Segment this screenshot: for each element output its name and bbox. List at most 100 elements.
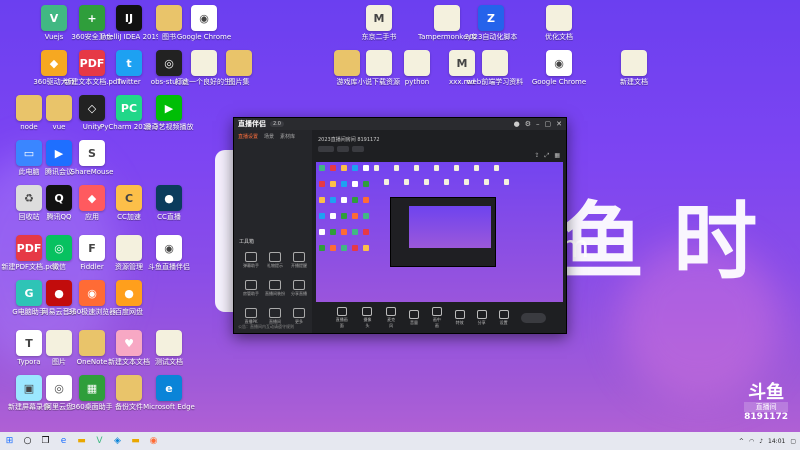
share-icon[interactable]: ⇪ bbox=[534, 152, 539, 160]
desktop-icon[interactable]: Z 2023自动化脚本 bbox=[462, 5, 520, 41]
left-panel: 直播设置 场景 素材库 工具箱 弹幕助手 礼物提示 开播提醒 房管助手 直播间装扮 分享直播直… bbox=[234, 130, 312, 333]
desktop-icon[interactable]: ▶ 爱奇艺视频播放 bbox=[140, 95, 198, 131]
preview-icon bbox=[434, 165, 439, 171]
file-explorer-icon[interactable]: ▬ bbox=[76, 436, 87, 447]
control-icon bbox=[408, 310, 419, 319]
preview-icon bbox=[352, 229, 358, 235]
toolbox-title: 工具箱 bbox=[239, 239, 255, 245]
control-button[interactable]: 设置 bbox=[498, 310, 509, 326]
desktop-icon-label: 斗鱼直播伴侣 bbox=[148, 263, 190, 271]
preview-icon bbox=[363, 229, 369, 235]
chevron-up-icon[interactable]: ^ bbox=[739, 438, 744, 445]
maximize-icon[interactable]: ▢ bbox=[545, 120, 552, 128]
left-tab[interactable]: 直播设置 bbox=[238, 133, 258, 140]
expand-icon[interactable]: ⤢ bbox=[545, 152, 550, 160]
streaming-app-window[interactable]: 直播伴侣 2.0 ● ⚙ – ▢ ✕ 直播设置 场景 素材库 工具箱 弹幕助手 礼物提… bbox=[233, 117, 567, 334]
control-button[interactable]: 直播画面 bbox=[334, 307, 350, 329]
desktop-icon-label: 图片集 bbox=[228, 78, 250, 86]
notification-icon[interactable]: ▢ bbox=[790, 438, 796, 445]
task-view-icon[interactable]: ❐ bbox=[40, 436, 51, 447]
preview-icon bbox=[319, 213, 325, 219]
preview-icon bbox=[330, 245, 336, 251]
settings-icon[interactable]: ⚙ bbox=[525, 120, 531, 128]
preview-icon bbox=[319, 165, 325, 171]
search-icon[interactable]: ○ bbox=[22, 436, 33, 447]
tool-button[interactable]: 直播PK bbox=[240, 308, 262, 325]
room-tag[interactable] bbox=[318, 146, 334, 152]
folder-taskbar-icon[interactable]: ▬ bbox=[130, 436, 141, 447]
tool-button[interactable]: 礼物提示 bbox=[264, 252, 286, 269]
tool-icon bbox=[269, 252, 281, 262]
left-tab[interactable]: 素材库 bbox=[280, 133, 295, 140]
left-tab[interactable]: 场景 bbox=[264, 133, 274, 140]
desktop-icon-label: 百度网盘 bbox=[115, 308, 143, 316]
start-live-button[interactable] bbox=[520, 313, 546, 323]
main-panel: 2023直播间房间 8191172 ⇪ ⤢ ▦ 直播画面 摄像头 麦克风 音量 画中画 特… bbox=[314, 130, 566, 333]
tool-button[interactable]: 更多 bbox=[288, 308, 310, 325]
desktop-icon[interactable]: e Microsoft Edge bbox=[140, 375, 198, 411]
preview-icon bbox=[319, 245, 325, 251]
desktop-icon[interactable]: ● 百度网盘 bbox=[100, 280, 158, 316]
vue-taskbar-icon[interactable]: V bbox=[94, 436, 105, 447]
preview-icon bbox=[352, 181, 358, 187]
control-button[interactable]: 特效 bbox=[454, 310, 465, 326]
preview-icon bbox=[454, 165, 459, 171]
close-icon[interactable]: ✕ bbox=[556, 120, 562, 128]
twitter-icon: t bbox=[116, 50, 142, 76]
version-badge: 2.0 bbox=[270, 121, 284, 127]
app-taskbar-icon[interactable]: ◉ bbox=[148, 436, 159, 447]
tool-icon bbox=[245, 280, 257, 290]
folder-icon bbox=[226, 50, 252, 76]
preview-icon bbox=[352, 165, 358, 171]
desktop-icon[interactable]: ◉ 斗鱼直播伴侣 bbox=[140, 235, 198, 271]
preview-icon bbox=[341, 165, 347, 171]
desktop-icon[interactable]: ● CC直播 bbox=[140, 185, 198, 221]
vscode-icon[interactable]: ◈ bbox=[112, 436, 123, 447]
preview-icon bbox=[363, 181, 369, 187]
desktop-icon[interactable]: S ShareMouse bbox=[63, 140, 121, 176]
window-titlebar[interactable]: 直播伴侣 2.0 ● ⚙ – ▢ ✕ bbox=[234, 118, 566, 130]
desktop-icon[interactable]: 新建文档 bbox=[605, 50, 663, 86]
tool-button[interactable]: 开播提醒 bbox=[288, 252, 310, 269]
preview-icon bbox=[504, 179, 509, 185]
tool-button[interactable]: 弹幕助手 bbox=[240, 252, 262, 269]
preview-icon bbox=[330, 165, 336, 171]
user-avatar-icon[interactable]: ● bbox=[514, 120, 520, 128]
room-tag[interactable] bbox=[352, 146, 364, 152]
preview-icon bbox=[341, 229, 347, 235]
room-tag[interactable] bbox=[337, 146, 349, 152]
douyu-tag: 直播间 bbox=[744, 402, 788, 412]
live-preview[interactable] bbox=[316, 162, 563, 302]
control-button[interactable]: 画中画 bbox=[431, 307, 443, 329]
minimize-icon[interactable]: – bbox=[536, 120, 540, 128]
network-icon[interactable]: ◠ bbox=[749, 438, 754, 445]
volume-icon[interactable]: ♪ bbox=[759, 438, 763, 445]
control-button[interactable]: 音量 bbox=[408, 310, 419, 326]
desktop-icon-label: CC直播 bbox=[157, 213, 181, 221]
tool-button[interactable]: 分享直播 bbox=[288, 280, 310, 297]
desktop-icon[interactable]: 图片集 bbox=[210, 50, 268, 86]
tool-button[interactable]: 直播间 bbox=[264, 308, 286, 325]
chrome-icon: ◉ bbox=[191, 5, 217, 31]
layout-icon[interactable]: ▦ bbox=[554, 152, 560, 160]
tool-button[interactable]: 房管助手 bbox=[240, 280, 262, 297]
edge-taskbar-icon[interactable]: e bbox=[58, 436, 69, 447]
windows-start-icon[interactable]: ⊞ bbox=[4, 436, 15, 447]
control-button[interactable]: 分享 bbox=[476, 310, 487, 326]
tool-button[interactable]: 直播间装扮 bbox=[264, 280, 286, 297]
desktop-icon[interactable]: M 东京二手书 bbox=[350, 5, 408, 41]
clock[interactable]: 14:01 bbox=[768, 438, 785, 445]
desktop-icon[interactable]: ◉ Google Chrome bbox=[530, 50, 588, 86]
preview-icon bbox=[352, 197, 358, 203]
preview-icon bbox=[352, 245, 358, 251]
desktop-icon[interactable]: web前端学习资料 bbox=[466, 50, 524, 86]
desktop-icon[interactable]: 优化文档 bbox=[530, 5, 588, 41]
control-label: 特效 bbox=[455, 320, 464, 325]
control-button[interactable]: 麦克风 bbox=[385, 307, 397, 329]
preview-icon bbox=[352, 213, 358, 219]
control-button[interactable]: 摄像头 bbox=[362, 307, 374, 329]
desktop-icon[interactable]: ◉ Google Chrome bbox=[175, 5, 233, 41]
preview-icon bbox=[394, 165, 399, 171]
desktop-icon[interactable]: 测试文档 bbox=[140, 330, 198, 366]
tool-label: 房管助手 bbox=[243, 291, 259, 296]
